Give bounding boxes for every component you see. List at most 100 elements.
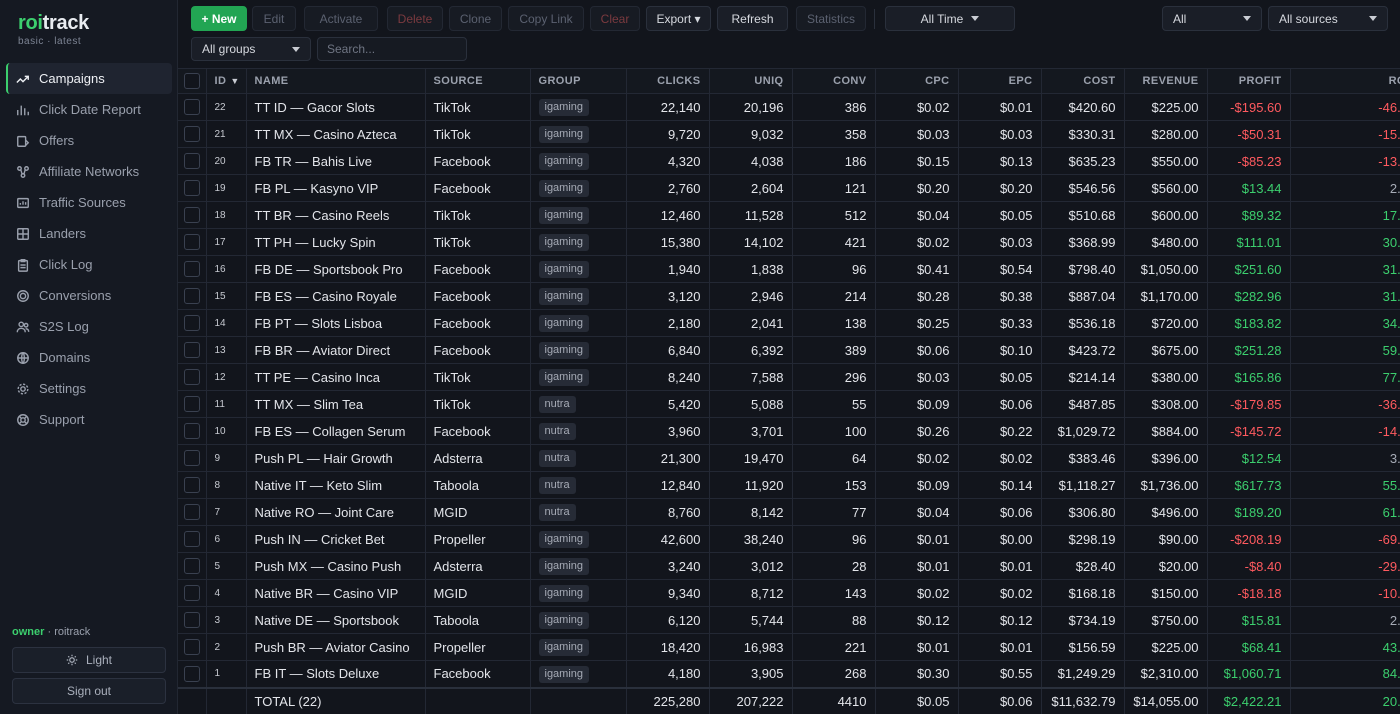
row-checkbox[interactable] [183,288,200,304]
sidebar-item-support[interactable]: Support [6,404,172,435]
col-header-clicks[interactable]: CLICKS [626,68,710,94]
sidebar-item-traffic-sources[interactable]: Traffic Sources [6,187,172,218]
sidebar-item-domains[interactable]: Domains [6,342,172,373]
table-row[interactable]: 10 FB ES — Collagen Serum Facebook nutra 3,9… [178,417,1400,445]
table-row[interactable]: 18 TT BR — Casino Reels TikTok igaming 12,46… [178,201,1400,229]
refresh-button[interactable]: Refresh [717,6,788,31]
copy-link-button[interactable]: Copy Link [508,6,584,31]
col-header-id[interactable]: ID ▼ [206,68,247,94]
cell-name[interactable]: Native RO — Joint Care [246,498,426,526]
row-checkbox[interactable] [183,207,200,223]
table-row[interactable]: 13 FB BR — Aviator Direct Facebook igaming 6… [178,336,1400,364]
cell-name[interactable]: TT MX — Casino Azteca [246,120,426,148]
col-header-cost[interactable]: COST [1041,68,1125,94]
table-row[interactable]: 2 Push BR — Aviator Casino Propeller igamin… [178,633,1400,661]
clone-button[interactable]: Clone [449,6,502,31]
table-row[interactable]: 7 Native RO — Joint Care MGID nutra 8,760 8,1… [178,498,1400,526]
cell-name[interactable]: TT MX — Slim Tea [246,390,426,418]
groups-select[interactable]: All groups [191,37,311,61]
row-checkbox[interactable] [183,396,200,412]
sidebar-item-settings[interactable]: Settings [6,373,172,404]
row-checkbox[interactable] [183,477,200,493]
row-checkbox[interactable] [183,585,200,601]
theme-toggle-button[interactable]: Light [12,647,166,673]
row-checkbox[interactable] [183,153,200,169]
row-checkbox[interactable] [183,180,200,196]
cell-name[interactable]: Push MX — Casino Push [246,552,426,580]
table-row[interactable]: 22 TT ID — Gacor Slots TikTok igaming 22,140… [178,93,1400,121]
sidebar-item-click-date-report[interactable]: Click Date Report [6,94,172,125]
sign-out-button[interactable]: Sign out [12,678,166,704]
table-row[interactable]: 1 FB IT — Slots Deluxe Facebook igaming 4,18… [178,660,1400,688]
cell-name[interactable]: Native DE — Sportsbook [246,606,426,634]
sidebar-item-conversions[interactable]: Conversions [6,280,172,311]
clear-button[interactable]: Clear [590,6,640,31]
table-row[interactable]: 4 Native BR — Casino VIP MGID igaming 9,340 8… [178,579,1400,607]
cell-name[interactable]: FB PL — Kasyno VIP [246,174,426,202]
cell-name[interactable]: Native BR — Casino VIP [246,579,426,607]
row-checkbox[interactable] [183,342,200,358]
search-input[interactable] [317,37,467,61]
row-checkbox[interactable] [183,665,200,682]
status-filter-select[interactable]: All [1162,6,1262,31]
sidebar-item-affiliate-networks[interactable]: Affiliate Networks [6,156,172,187]
cell-name[interactable]: TT BR — Casino Reels [246,201,426,229]
row-checkbox[interactable] [183,234,200,250]
cell-name[interactable]: Push PL — Hair Growth [246,444,426,472]
table-row[interactable]: 11 TT MX — Slim Tea TikTok nutra 5,420 5,088 5… [178,390,1400,418]
brand-logo[interactable]: roitrack basic · latest [18,12,89,47]
cell-name[interactable]: Push BR — Aviator Casino [246,633,426,661]
table-row[interactable]: 19 FB PL — Kasyno VIP Facebook igaming 2,760… [178,174,1400,202]
select-all-checkbox[interactable] [183,73,200,89]
cell-name[interactable]: FB ES — Casino Royale [246,282,426,310]
sidebar-item-s2s-log[interactable]: S2S Log [6,311,172,342]
sources-select[interactable]: All sources [1268,6,1388,31]
row-checkbox[interactable] [183,504,200,520]
row-checkbox[interactable] [183,531,200,547]
row-checkbox[interactable] [183,126,200,142]
row-checkbox[interactable] [183,450,200,466]
table-row[interactable]: 20 FB TR — Bahis Live Facebook igaming 4,320… [178,147,1400,175]
col-header-source[interactable]: SOURCE [425,68,531,94]
row-checkbox[interactable] [183,423,200,439]
cell-name[interactable]: FB ES — Collagen Serum [246,417,426,445]
edit-button[interactable]: Edit [252,6,296,31]
row-checkbox[interactable] [183,639,200,655]
col-header-epc[interactable]: EPC [958,68,1042,94]
table-row[interactable]: 6 Push IN — Cricket Bet Propeller igaming 42… [178,525,1400,553]
cell-name[interactable]: Push IN — Cricket Bet [246,525,426,553]
delete-button[interactable]: Delete [387,6,443,31]
row-checkbox[interactable] [183,99,200,115]
table-row[interactable]: 21 TT MX — Casino Azteca TikTok igaming 9,72… [178,120,1400,148]
table-row[interactable]: 14 FB PT — Slots Lisboa Facebook igaming 2,1… [178,309,1400,337]
col-header-profit[interactable]: PROFIT [1207,68,1291,94]
export-button[interactable]: Export ▾ [646,6,711,31]
cell-name[interactable]: TT ID — Gacor Slots [246,93,426,121]
cell-name[interactable]: FB DE — Sportsbook Pro [246,255,426,283]
table-row[interactable]: 9 Push PL — Hair Growth Adsterra nutra 21,30… [178,444,1400,472]
row-checkbox[interactable] [183,369,200,385]
cell-name[interactable]: FB IT — Slots Deluxe [246,660,426,688]
table-row[interactable]: 8 Native IT — Keto Slim Taboola nutra 12,840… [178,471,1400,499]
row-checkbox[interactable] [183,261,200,277]
cell-name[interactable]: TT PE — Casino Inca [246,363,426,391]
col-header-uniq[interactable]: UNIQ [709,68,793,94]
cell-name[interactable]: FB PT — Slots Lisboa [246,309,426,337]
period-select[interactable]: All Time [885,6,1015,31]
activate-button[interactable]: Activate [304,6,378,31]
col-header-group[interactable]: GROUP [530,68,627,94]
cell-name[interactable]: FB TR — Bahis Live [246,147,426,175]
sidebar-item-offers[interactable]: Offers [6,125,172,156]
row-checkbox[interactable] [183,558,200,574]
sidebar-item-campaigns[interactable]: Campaigns [6,63,172,94]
cell-name[interactable]: FB BR — Aviator Direct [246,336,426,364]
table-row[interactable]: 12 TT PE — Casino Inca TikTok igaming 8,240 7… [178,363,1400,391]
cell-name[interactable]: Native IT — Keto Slim [246,471,426,499]
statistics-button[interactable]: Statistics [796,6,866,31]
col-header-roi[interactable]: ROI% [1290,68,1400,94]
col-header-name[interactable]: NAME [246,68,426,94]
table-row[interactable]: 15 FB ES — Casino Royale Facebook igaming 3,… [178,282,1400,310]
row-checkbox[interactable] [183,612,200,628]
sidebar-item-landers[interactable]: Landers [6,218,172,249]
table-row[interactable]: 16 FB DE — Sportsbook Pro Facebook igaming 1… [178,255,1400,283]
